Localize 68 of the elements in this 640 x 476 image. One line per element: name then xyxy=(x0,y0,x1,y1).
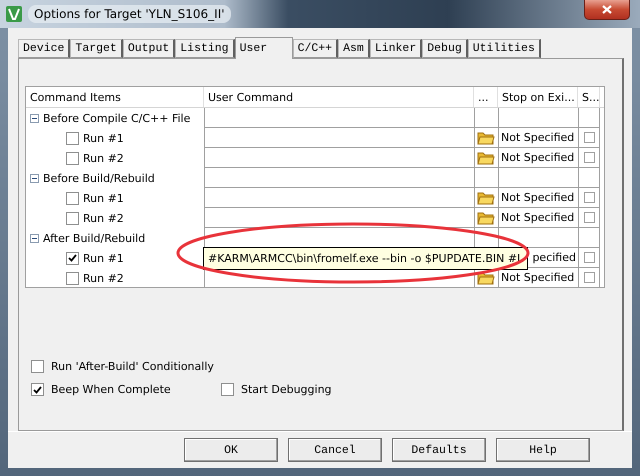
checkbox[interactable] xyxy=(584,252,594,263)
item-label: Run #2 xyxy=(83,272,124,284)
tab[interactable]: Asm xyxy=(338,39,370,58)
checkbox[interactable] xyxy=(584,132,594,143)
stop-on-exit-value[interactable]: Not Specified xyxy=(501,191,574,204)
close-button[interactable] xyxy=(584,0,630,20)
command-field[interactable] xyxy=(204,208,474,228)
collapse-toggle[interactable] xyxy=(30,114,39,122)
group-label: After Build/Rebuild xyxy=(43,232,146,244)
tab[interactable]: Debug xyxy=(422,39,468,58)
minus-icon xyxy=(32,176,37,180)
tab[interactable]: Utilities xyxy=(468,39,541,58)
checkmark-icon xyxy=(33,386,42,394)
collapse-toggle[interactable] xyxy=(30,174,39,182)
app-logo-icon xyxy=(6,6,22,22)
dialog-button[interactable]: OK xyxy=(184,438,278,462)
collapse-toggle[interactable] xyxy=(30,234,39,242)
stop-on-exit-value[interactable]: Not Specified xyxy=(501,131,574,144)
checkbox[interactable] xyxy=(584,152,594,163)
minus-icon xyxy=(32,116,37,120)
checkbox[interactable] xyxy=(66,192,79,204)
checkbox[interactable] xyxy=(584,212,594,223)
tab[interactable]: Device xyxy=(18,39,70,58)
stop-on-exit-value[interactable]: pecified xyxy=(532,251,576,264)
column-header[interactable]: User Command xyxy=(204,87,474,107)
group-label: Before Compile C/C++ File xyxy=(43,112,190,124)
tab[interactable]: Target xyxy=(70,39,123,58)
item-label: Run #2 xyxy=(83,152,124,164)
close-icon xyxy=(602,5,612,14)
checkbox[interactable] xyxy=(31,360,44,373)
item-label: Run #1 xyxy=(83,192,124,204)
tab[interactable]: C/C++ xyxy=(292,39,338,58)
item-label: Run #1 xyxy=(83,252,124,264)
dialog-button[interactable]: Defaults xyxy=(392,438,486,462)
stop-on-exit-value[interactable]: Not Specified xyxy=(501,271,574,284)
item-label: Run #1 xyxy=(83,132,124,144)
checkmark-icon xyxy=(68,254,77,262)
tab[interactable]: User xyxy=(234,37,293,59)
checkbox[interactable] xyxy=(584,192,594,203)
checkbox[interactable] xyxy=(31,383,44,396)
item-label: Run #2 xyxy=(83,212,124,224)
checkbox[interactable] xyxy=(66,252,79,264)
command-field[interactable] xyxy=(204,128,474,148)
column-header[interactable]: Command Items xyxy=(26,87,204,107)
column-header[interactable]: ... xyxy=(474,87,498,107)
stop-on-exit-value[interactable]: Not Specified xyxy=(501,151,574,164)
window-title: Options for Target 'YLN_S106_II' xyxy=(28,5,231,23)
tab[interactable]: Linker xyxy=(370,39,422,58)
checkbox[interactable] xyxy=(584,272,594,283)
checkbox-label: Beep When Complete xyxy=(51,383,171,396)
column-header[interactable]: S... xyxy=(578,87,600,107)
column-header[interactable]: Stop on Exi... xyxy=(498,87,578,107)
checkbox[interactable] xyxy=(66,132,79,144)
dialog-button[interactable]: Cancel xyxy=(288,438,382,462)
minus-icon xyxy=(32,236,37,240)
tab[interactable]: Listing xyxy=(175,39,235,58)
checkbox[interactable] xyxy=(221,383,234,396)
tab[interactable]: Output xyxy=(122,39,176,58)
group-label: Before Build/Rebuild xyxy=(43,172,155,184)
command-field[interactable] xyxy=(204,148,474,168)
checkbox-label: Start Debugging xyxy=(241,383,332,396)
command-field[interactable] xyxy=(204,188,474,208)
stop-on-exit-value[interactable]: Not Specified xyxy=(501,211,574,224)
dialog-button[interactable]: Help xyxy=(496,438,590,462)
checkbox[interactable] xyxy=(66,272,79,284)
checkbox-label: Run 'After-Build' Conditionally xyxy=(51,360,214,373)
checkbox[interactable] xyxy=(66,152,79,164)
checkbox[interactable] xyxy=(66,212,79,224)
